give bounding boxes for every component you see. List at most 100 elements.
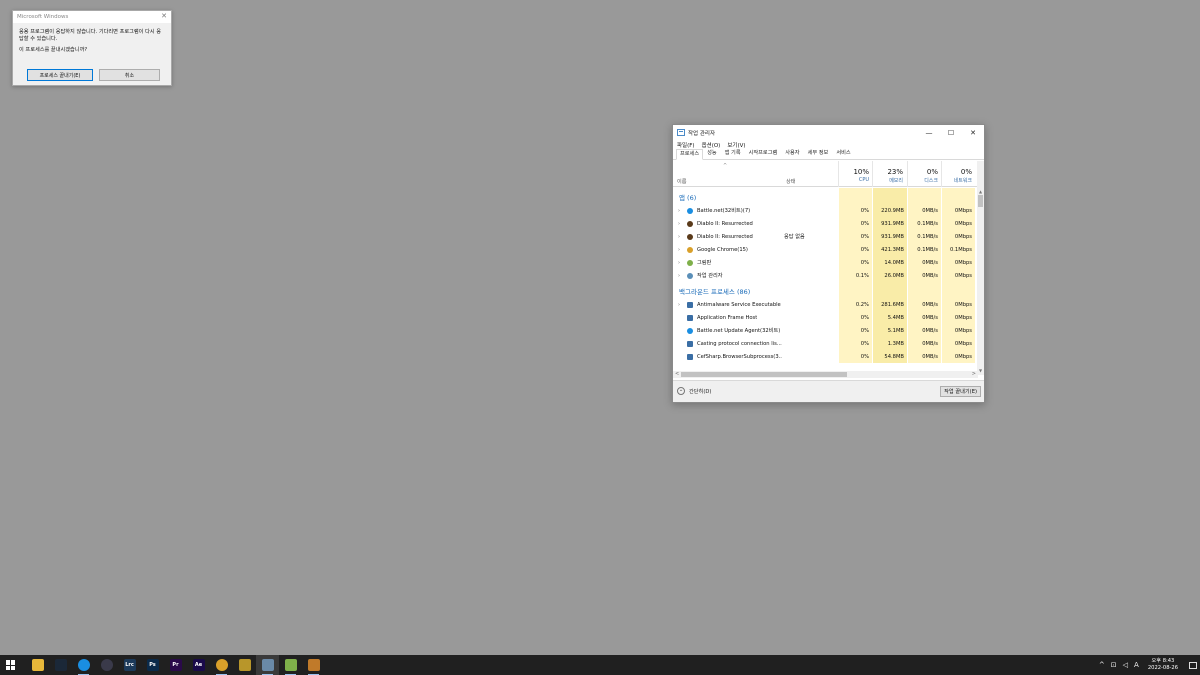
chevron-up-icon[interactable]: ^ (1099, 661, 1105, 669)
vertical-scroll-thumb[interactable] (978, 195, 983, 207)
chevron-right-icon[interactable]: › (678, 302, 680, 308)
column-name[interactable]: 이름 (677, 178, 687, 185)
network-value: 0Mbps (941, 311, 975, 324)
taskbar-app[interactable] (233, 655, 256, 675)
taskbar-app[interactable] (302, 655, 325, 675)
taskbar-app[interactable] (49, 655, 72, 675)
process-row[interactable]: › Google Chrome(15) 0% 421.3MB 0.1MB/s 0.1Mbp… (673, 243, 978, 256)
paint-icon (687, 259, 693, 266)
network-value: 0Mbps (941, 230, 975, 243)
cpu-value: 0% (838, 350, 872, 363)
network-value: 0Mbps (941, 256, 975, 269)
scroll-down-icon[interactable]: ▼ (977, 368, 984, 373)
network-icon[interactable]: ⊡ (1111, 661, 1117, 669)
horizontal-scrollbar[interactable]: < > (673, 371, 978, 378)
column-cpu[interactable]: 10% CPU (838, 161, 872, 187)
taskbar-app[interactable] (279, 655, 302, 675)
process-row[interactable]: CefSharp.BrowserSubprocess(3... 0% 54.8MB 0… (673, 350, 978, 363)
process-name: Battle.net Update Agent(32비트) (697, 328, 781, 334)
tab-performance[interactable]: 성능 (703, 148, 721, 159)
memory-value: 421.3MB (872, 243, 907, 256)
process-row[interactable]: › Diablo II: Resurrected 0% 931.9MB 0.1MB/s 0… (673, 217, 978, 230)
horizontal-scroll-thumb[interactable] (681, 372, 847, 377)
end-task-button[interactable]: 작업 끝내기(E) (940, 386, 981, 397)
ime-indicator[interactable]: A (1134, 661, 1139, 669)
close-icon[interactable]: ✕ (161, 12, 167, 20)
taskbar-app[interactable] (26, 655, 49, 675)
process-row[interactable]: › 작업 관리자 0.1% 26.0MB 0MB/s 0Mbps (673, 269, 978, 282)
scroll-right-icon[interactable]: > (972, 371, 976, 377)
volume-icon[interactable]: ◁ (1123, 661, 1128, 669)
league-icon (238, 659, 251, 671)
disk-value: 0.1MB/s (907, 217, 941, 230)
tab-details[interactable]: 세부 정보 (804, 148, 833, 159)
chevron-right-icon[interactable]: › (678, 221, 680, 227)
memory-value: 5.1MB (872, 324, 907, 337)
scroll-left-icon[interactable]: < (675, 371, 679, 377)
disk-total: 0% (926, 168, 938, 176)
process-name: Application Frame Host (697, 314, 758, 321)
maximize-icon[interactable]: ☐ (940, 125, 962, 140)
windows-start-icon[interactable] (6, 660, 16, 670)
chevron-right-icon[interactable]: › (678, 273, 680, 279)
taskbar-app[interactable] (256, 655, 279, 675)
minimize-icon[interactable]: — (918, 125, 940, 140)
process-name: 작업 관리자 (697, 273, 723, 279)
clock-date: 2022-08-26 (1147, 665, 1178, 671)
dialog-title: Microsoft Windows (17, 14, 69, 20)
process-row[interactable]: › Battle.net(32비트)(7) 0% 220.9MB 0MB/s 0Mbps (673, 204, 978, 217)
notification-icon[interactable] (1186, 655, 1200, 675)
process-row[interactable]: › 그림판 0% 14.0MB 0MB/s 0Mbps (673, 256, 978, 269)
column-status[interactable]: 상태 (786, 178, 796, 185)
chrome-icon (687, 246, 693, 253)
column-disk[interactable]: 0% 디스크 (907, 161, 941, 187)
close-icon[interactable]: ✕ (962, 125, 984, 140)
memory-value: 26.0MB (872, 269, 907, 282)
process-row[interactable]: › Diablo II: Resurrected 응답 없음 0% 931.9MB 0.1… (673, 230, 978, 243)
process-row[interactable]: Battle.net Update Agent(32비트) 0% 5.1MB 0MB/… (673, 324, 978, 337)
fewer-details-button[interactable]: ^ 간단히(D) (677, 387, 711, 395)
chevron-right-icon[interactable]: › (678, 234, 680, 240)
cpu-value: 0% (838, 217, 872, 230)
tab-services[interactable]: 서비스 (832, 148, 854, 159)
chevron-right-icon[interactable]: › (678, 247, 680, 253)
group-apps-title: 앱 (6) (679, 194, 697, 202)
tab-startup[interactable]: 시작프로그램 (745, 148, 782, 159)
taskbar-app[interactable]: Ps (141, 655, 164, 675)
menu-file[interactable]: 파일(F) (677, 141, 695, 149)
process-row[interactable]: › Antimalware Service Executable 0.2% 281.6… (673, 298, 978, 311)
group-apps[interactable]: 앱 (6) (673, 188, 978, 204)
taskbar-app[interactable] (72, 655, 95, 675)
taskbar-app[interactable]: Lrc (118, 655, 141, 675)
taskbar-app[interactable]: Ae (187, 655, 210, 675)
process-name: Diablo II: Resurrected (697, 233, 753, 240)
tab-users[interactable]: 사용자 (781, 148, 803, 159)
paint-icon (284, 659, 297, 671)
tab-processes[interactable]: 프로세스 (676, 149, 704, 160)
group-background[interactable]: 백그라운드 프로세스 (86) (673, 282, 978, 298)
chevron-right-icon[interactable]: › (678, 208, 680, 214)
column-memory[interactable]: 23% 메모리 (872, 161, 906, 187)
network-value: 0Mbps (941, 324, 975, 337)
process-name: Diablo II: Resurrected (697, 220, 753, 227)
end-process-button[interactable]: 프로세스 끝내기(E) (27, 69, 93, 81)
network-label: 네트워크 (953, 178, 972, 184)
cancel-button[interactable]: 취소 (99, 69, 160, 81)
network-value: 0Mbps (941, 337, 975, 350)
process-name: Battle.net(32비트)(7) (697, 208, 751, 214)
column-network[interactable]: 0% 네트워크 (941, 161, 975, 187)
tab-app-history[interactable]: 앱 기록 (721, 148, 745, 159)
process-status: 응답 없음 (784, 234, 805, 240)
process-row[interactable]: Application Frame Host 0% 5.4MB 0MB/s 0Mbps (673, 311, 978, 324)
chevron-up-icon: ^ (677, 387, 685, 395)
taskbar-app[interactable] (95, 655, 118, 675)
taskbar-app[interactable]: Pr (164, 655, 187, 675)
clock[interactable]: 오후 8:43 2022-08-26 (1148, 658, 1178, 672)
photoshop-icon: Ps (146, 659, 159, 671)
vertical-scrollbar[interactable]: ▲ ▼ (977, 161, 984, 375)
process-row[interactable]: Casting protocol connection lis... 0% 1.3M… (673, 337, 978, 350)
taskbar-app[interactable] (210, 655, 233, 675)
scroll-up-icon[interactable]: ▲ (977, 189, 984, 194)
chevron-right-icon[interactable]: › (678, 260, 680, 266)
service-icon (687, 314, 693, 321)
